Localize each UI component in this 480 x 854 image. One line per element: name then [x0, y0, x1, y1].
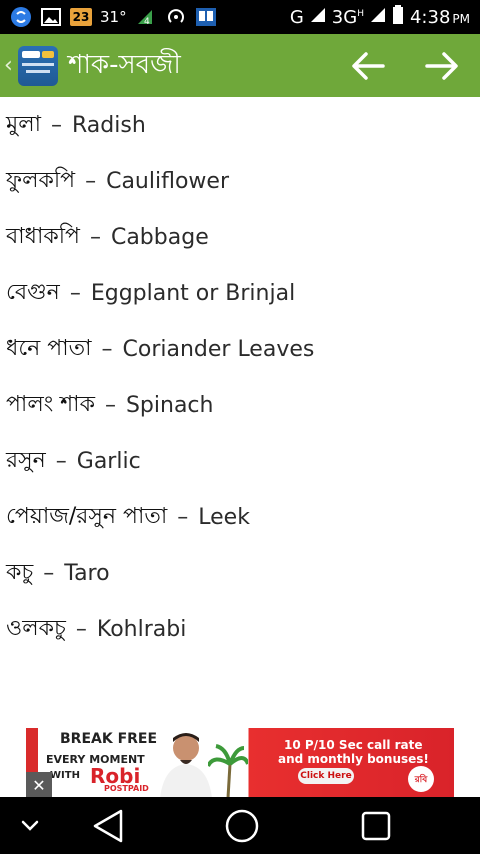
ad-banner[interactable]: BREAK FREE EVERY MOMENT WITH Robi POSTPA… — [26, 728, 454, 798]
ad-right-panel: 10 P/10 Sec call rate and monthly bonuse… — [254, 728, 454, 798]
sync-icon — [10, 6, 32, 28]
list-item: কচু – Taro — [6, 559, 110, 586]
ad-offer-line1: 10 P/10 Sec call rate — [284, 738, 423, 752]
ad-left-panel: BREAK FREE EVERY MOMENT WITH Robi POSTPA… — [26, 728, 234, 798]
ad-postpaid: POSTPAID — [104, 784, 149, 793]
ad-robi-logo: রবি — [408, 766, 434, 792]
signal-icon — [310, 7, 326, 28]
list-item: বাধাকপি – Cabbage — [6, 223, 209, 250]
recents-square-icon — [361, 811, 391, 840]
app-notification-icon — [195, 6, 217, 28]
list-item: ধনে পাতা – Coriander Leaves — [6, 335, 315, 362]
hide-nav-button[interactable] — [0, 797, 60, 854]
page-title: শাক-সবজী — [68, 49, 181, 80]
arrow-right-icon — [425, 52, 458, 80]
gsm-label: G — [289, 6, 304, 28]
ad-cta-button[interactable]: Click Here — [298, 768, 354, 784]
back-button[interactable] — [78, 797, 138, 854]
arrow-left-icon — [352, 52, 385, 80]
calendar-badge: 23 — [70, 8, 92, 26]
vocabulary-list: মুলা – Radish ফুলকপি – Cauliflower বাধাকপি – C… — [0, 97, 480, 657]
signal-icon-2 — [370, 7, 386, 28]
home-button[interactable] — [212, 797, 272, 854]
svg-text:4: 4 — [144, 17, 150, 26]
close-icon: ✕ — [32, 775, 46, 795]
list-item: রসুন – Garlic — [6, 447, 141, 474]
previous-button[interactable] — [346, 44, 390, 88]
app-logo[interactable] — [18, 45, 58, 86]
up-chevron-icon[interactable]: ‹ — [4, 53, 16, 78]
next-button[interactable] — [420, 44, 464, 88]
temperature-text: 31° — [100, 8, 127, 26]
clock: 4:38 PM — [409, 6, 470, 28]
signal-notification-icon: 4 — [135, 6, 157, 28]
ad-with: WITH — [50, 770, 80, 781]
chevron-down-icon — [21, 820, 39, 831]
list-item: বেগুন – Eggplant or Brinjal — [6, 279, 296, 306]
list-item: পালং শাক – Spinach — [6, 391, 214, 418]
back-triangle-icon — [93, 809, 123, 842]
battery-icon — [392, 4, 404, 30]
navigation-bar — [0, 797, 480, 854]
recents-button[interactable] — [346, 797, 406, 854]
network-type: 3GH — [331, 6, 364, 28]
image-icon — [40, 6, 62, 28]
list-item: ওলকচু – Kohlrabi — [6, 615, 187, 642]
hotspot-icon — [165, 6, 187, 28]
list-item: ফুলকপি – Cauliflower — [6, 167, 229, 194]
ad-close-button[interactable]: ✕ — [26, 772, 52, 798]
ad-headline: BREAK FREE — [60, 731, 158, 747]
app-bar: ‹ শাক-সবজী — [0, 34, 480, 97]
status-bar: 23 31° 4 G 3GH 4:38 PM — [0, 0, 480, 34]
ad-offer-line2: and monthly bonuses! — [278, 752, 429, 766]
home-circle-icon — [225, 809, 259, 842]
list-item: পেয়াজ/রসুন পাতা – Leek — [6, 503, 250, 530]
list-item: মুলা – Radish — [6, 111, 146, 138]
ad-palm-image — [208, 744, 248, 798]
